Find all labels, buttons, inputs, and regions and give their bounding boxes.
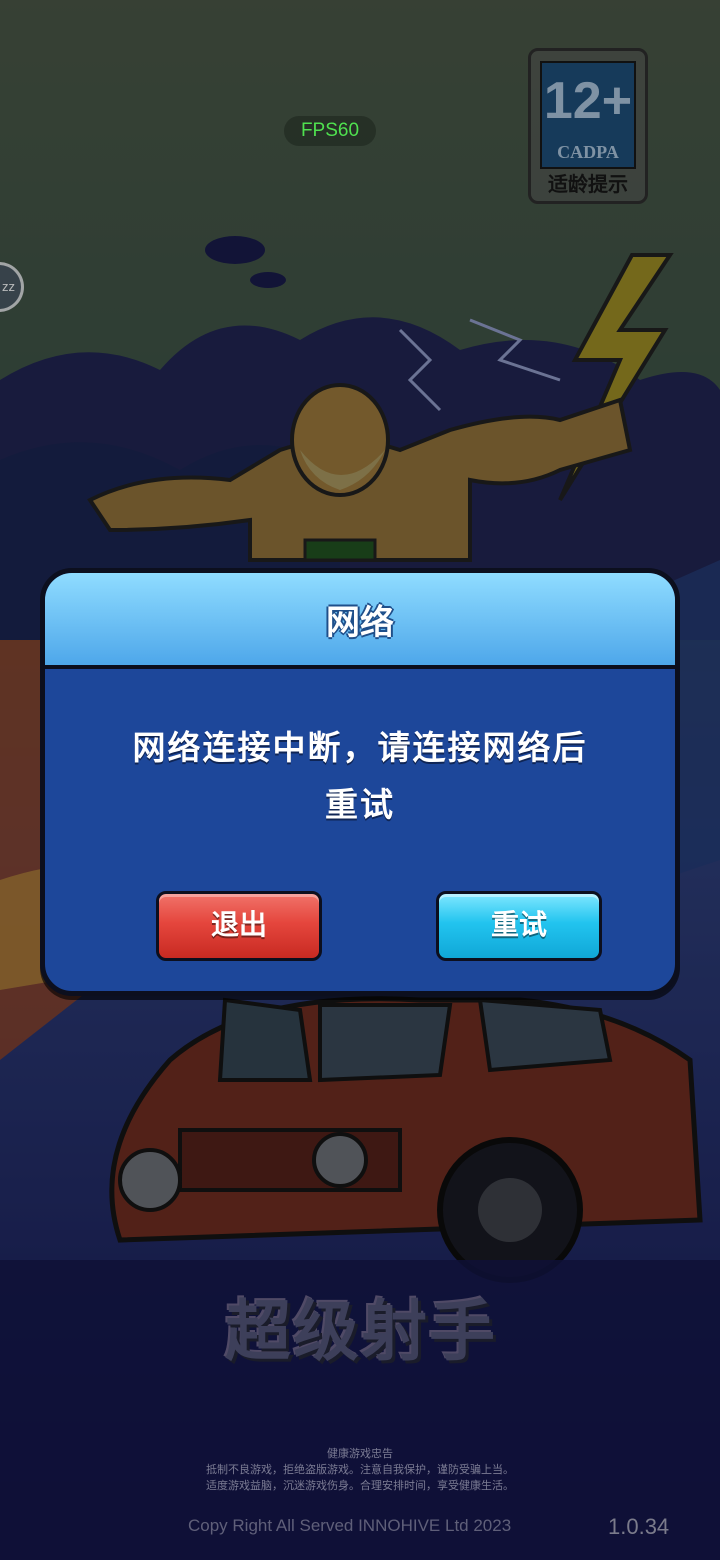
version-label: 1.0.34 (608, 1514, 670, 1539)
age-rating-org: CADPA (557, 142, 619, 162)
health-advisory-line: 抵制不良游戏，拒绝盗版游戏。注意自我保护，谨防受骗上当。 (206, 1463, 514, 1476)
dialog-title: 网络 (326, 603, 394, 643)
age-rating-number: 12+ (543, 72, 633, 130)
fps-counter: FPS60 (284, 116, 376, 146)
dialog-message: 网络连接中断，请连接网络后 重试 (85, 719, 635, 833)
network-error-dialog: 网络 网络连接中断，请连接网络后 重试 退出 重试 (40, 568, 680, 996)
age-rating-label: 适龄提示 (548, 172, 628, 196)
age-rating-icon: 12+ CADPA (540, 61, 636, 169)
dialog-message-line: 重试 (325, 785, 395, 824)
health-advisory: 健康游戏忠告 抵制不良游戏，拒绝盗版游戏。注意自我保护，谨防受骗上当。 适度游戏… (0, 1446, 720, 1494)
health-advisory-line: 适度游戏益脑，沉迷游戏伤身。合理安排时间，享受健康生活。 (206, 1479, 514, 1492)
dialog-header: 网络 (45, 573, 675, 669)
dialog-message-line: 网络连接中断，请连接网络后 (132, 728, 588, 767)
health-advisory-title: 健康游戏忠告 (327, 1447, 393, 1460)
copyright-text: Copy Right All Served INNOHIVE Ltd 2023 (188, 1516, 512, 1535)
retry-button[interactable]: 重试 (436, 891, 602, 961)
exit-button[interactable]: 退出 (156, 891, 322, 961)
age-rating-badge: 12+ CADPA 适龄提示 (528, 48, 648, 204)
game-logo: 超级射手 (225, 1293, 497, 1370)
